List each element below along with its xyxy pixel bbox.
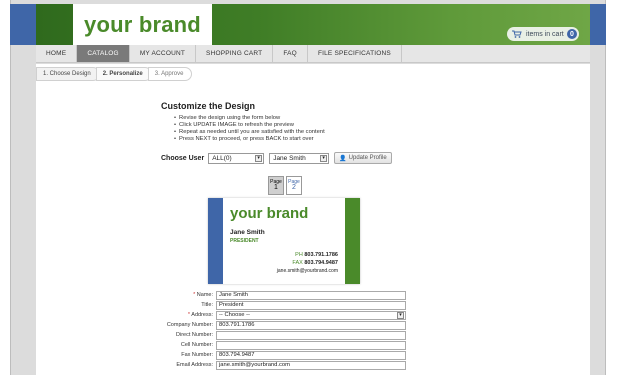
user-select-value: Jane Smith [273,154,306,162]
form-row-title: Title: President [150,300,406,310]
card-brand: your brand [230,205,309,222]
cell-number-field[interactable] [216,340,406,350]
fax-number-label: Fax Number: [181,352,213,358]
direct-number-label: Direct Number: [176,332,213,338]
choose-user-label: Choose User [161,154,205,162]
cart-count-badge: 0 [567,29,577,39]
nav-file-specifications[interactable]: FILE SPECIFICATIONS [308,45,402,62]
choose-user-row: Choose User ALL(0) ▾ Jane Smith ▾ 👤 Upda… [161,152,392,164]
company-number-field[interactable]: 803.791.1786 [216,320,406,330]
name-label: Name: [196,292,213,298]
page-tab-number: 1 [274,184,278,191]
title-label: Title: [201,302,213,308]
page-tab-2[interactable]: Page 2 [286,176,302,195]
form-row-name: * Name: Jane Smith [150,290,406,300]
update-profile-button[interactable]: 👤 Update Profile [334,152,392,164]
name-label-wrap: * Name: [150,292,216,298]
page-title: Customize the Design [161,101,256,111]
company-number-label: Company Number: [166,322,213,328]
address-select[interactable]: -- Choose -- ▾ [216,310,406,320]
form-row-direct: Direct Number: [150,330,406,340]
name-field[interactable]: Jane Smith [216,290,406,300]
page-selector: Page 1 Page 2 [268,176,304,195]
card-fax-value: 803.794.9487 [304,260,338,266]
personalize-form: * Name: Jane Smith Title: President * Ad… [150,290,406,370]
cart-label: items in cart [526,30,564,38]
card-title: PRESIDENT [230,238,259,244]
page-tab-number: 2 [292,184,296,191]
nav-my-account[interactable]: MY ACCOUNT [130,45,197,62]
address-label: Address: [191,312,213,318]
user-filter-value: ALL(0) [212,154,232,162]
email-address-field[interactable]: jane.smith@yourbrand.com [216,360,406,370]
step-breadcrumb: 1. Choose Design 2. Personalize 3. Appro… [36,67,193,81]
business-card-preview: your brand Jane Smith PRESIDENT PH 803.7… [208,198,360,284]
step-personalize: 2. Personalize [95,67,152,81]
email-address-label: Email Address: [176,362,213,368]
card-ph-value: 803.791.1786 [304,252,338,258]
cell-number-label: Cell Number: [180,342,213,348]
form-row-company: Company Number: 803.791.1786 [150,320,406,330]
card-left-stripe [208,198,223,284]
title-field[interactable]: President [216,300,406,310]
step-approve: 3. Approve [147,67,193,81]
main-nav: HOME CATALOG MY ACCOUNT SHOPPING CART FA… [36,45,590,63]
chevron-down-icon: ▾ [320,154,328,162]
nav-shopping-cart[interactable]: SHOPPING CART [196,45,274,62]
form-row-cell: Cell Number: [150,340,406,350]
nav-catalog[interactable]: CATALOG [77,45,130,62]
card-email: jane.smith@yourbrand.com [276,268,338,274]
left-accent-bar [10,4,36,45]
step-choose-design[interactable]: 1. Choose Design [36,67,100,81]
fax-number-field[interactable]: 803.794.9487 [216,350,406,360]
form-row-fax: Fax Number: 803.794.9487 [150,350,406,360]
card-phone-block: PH 803.791.1786 FAX 803.794.9487 [292,251,338,267]
chevron-down-icon: ▾ [255,154,263,162]
brand-logo[interactable]: your brand [73,4,212,45]
nav-home[interactable]: HOME [36,45,78,62]
user-filter-select[interactable]: ALL(0) ▾ [208,152,265,164]
direct-number-field[interactable] [216,330,406,340]
instruction-item: Revise the design using the form below [174,115,325,122]
cart-icon [512,30,522,38]
right-accent-bar [590,4,606,45]
instruction-item: Click UPDATE IMAGE to refresh the previe… [174,122,325,129]
instruction-item: Repeat as needed until you are satisfied… [174,129,325,136]
brand-logo-text: your brand [84,11,201,37]
user-select[interactable]: Jane Smith ▾ [269,152,330,164]
card-name: Jane Smith [230,229,265,236]
address-label-wrap: * Address: [150,312,216,318]
cart-button[interactable]: items in cart 0 [507,27,579,41]
card-ph-label: PH [295,252,303,258]
form-row-address: * Address: -- Choose -- ▾ [150,310,406,320]
user-icon: 👤 [339,155,347,162]
instruction-item: Press NEXT to proceed, or press BACK to … [174,136,325,143]
page-tab-1[interactable]: Page 1 [268,176,284,195]
nav-faq[interactable]: FAQ [273,45,308,62]
card-right-stripe [345,198,360,284]
instructions-list: Revise the design using the form below C… [174,115,325,143]
address-select-value: -- Choose -- [219,312,250,318]
card-fax-label: FAX [292,260,303,266]
update-profile-label: Update Profile [348,155,387,161]
form-row-email: Email Address: jane.smith@yourbrand.com [150,360,406,370]
chevron-down-icon: ▾ [397,311,404,319]
